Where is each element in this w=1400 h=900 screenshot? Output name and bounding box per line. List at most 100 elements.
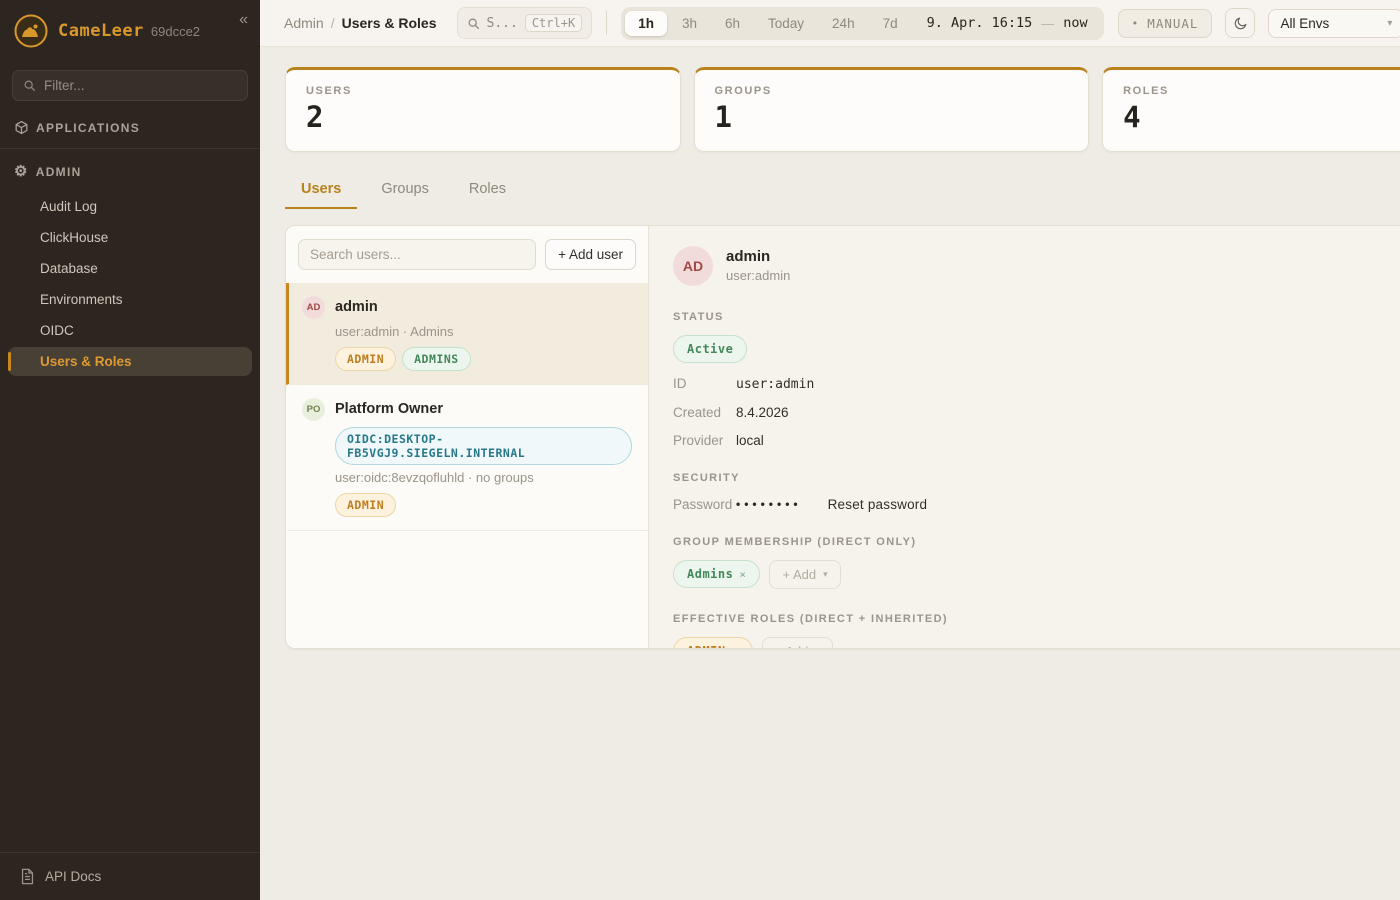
group-badge-admins: ADMINS [402, 347, 471, 371]
brand-build-hash: 69dcce2 [151, 24, 200, 39]
camel-logo-icon [14, 14, 48, 48]
sidebar-item-users-roles[interactable]: Users & Roles [8, 347, 252, 376]
range-1h[interactable]: 1h [625, 11, 667, 36]
stat-card-users: USERS 2 [285, 67, 681, 152]
sidebar-item-audit-log[interactable]: Audit Log [8, 192, 252, 221]
manual-mode-label: MANUAL [1147, 16, 1198, 31]
add-group-label: + Add [782, 567, 816, 582]
time-range-dash: — [1041, 16, 1054, 31]
tab-users[interactable]: Users [285, 173, 357, 209]
password-mask: •••••••• [736, 497, 802, 511]
range-3h[interactable]: 3h [669, 11, 710, 36]
env-select-dropdown[interactable]: All Envs ▾ [1268, 9, 1400, 38]
applications-label: APPLICATIONS [36, 121, 140, 135]
provider-label: Provider [673, 433, 736, 448]
stat-users-value: 2 [306, 102, 660, 134]
breadcrumb-separator: / [331, 15, 335, 31]
time-to-value[interactable]: now [1063, 15, 1087, 31]
sidebar-filter-field[interactable] [12, 70, 248, 101]
tabs: Users Groups Roles [285, 173, 1400, 209]
detail-user-id: user:admin [726, 268, 790, 283]
stat-roles-label: ROLES [1123, 85, 1400, 97]
user-list-pane: + Add user AD admin user:admin · Admins … [286, 226, 649, 648]
api-docs-link[interactable]: API Docs [0, 852, 260, 900]
breadcrumb-admin[interactable]: Admin [284, 15, 324, 31]
range-7d[interactable]: 7d [870, 11, 911, 36]
brand-name: CameLeer [58, 21, 144, 41]
range-today[interactable]: Today [755, 11, 817, 36]
created-label: Created [673, 405, 736, 420]
tab-roles[interactable]: Roles [453, 173, 522, 209]
stat-card-roles: ROLES 4 [1102, 67, 1400, 152]
global-search-button[interactable]: S... Ctrl+K [457, 7, 593, 39]
search-shortcut-kbd: Ctrl+K [525, 14, 582, 32]
reset-password-link[interactable]: Reset password [828, 497, 928, 512]
sidebar-item-database[interactable]: Database [8, 254, 252, 283]
field-row-id: ID user:admin [673, 376, 1400, 392]
user-list-item-admin[interactable]: AD admin user:admin · Admins ADMIN ADMIN… [286, 283, 648, 385]
custom-time-range: 9. Apr. 16:15 — now [913, 15, 1100, 31]
role-badge-admin: ADMIN [335, 347, 396, 371]
group-chip-admins[interactable]: Admins × [673, 560, 760, 588]
topbar-divider [606, 11, 607, 35]
tab-groups[interactable]: Groups [365, 173, 445, 209]
user-meta: user:oidc:8evzqofluhld · no groups [335, 470, 632, 485]
status-badge: Active [673, 335, 747, 363]
chevron-down-icon: ▾ [823, 569, 828, 580]
avatar: PO [302, 398, 325, 421]
sidebar-item-environments[interactable]: Environments [8, 285, 252, 314]
sidebar-item-clickhouse[interactable]: ClickHouse [8, 223, 252, 252]
user-meta: user:admin · Admins [335, 324, 632, 339]
stat-roles-value: 4 [1123, 102, 1400, 134]
remove-group-icon[interactable]: × [739, 568, 746, 581]
moon-icon [1233, 16, 1248, 31]
sidebar-filter-input[interactable] [44, 78, 237, 93]
field-row-provider: Provider local [673, 433, 1400, 448]
user-detail-pane: AD admin user:admin Delete STATUS Active… [649, 226, 1400, 648]
breadcrumb-current: Users & Roles [342, 15, 437, 31]
user-list-item-platform-owner[interactable]: PO Platform Owner OIDC:DESKTOP-FB5VGJ9.S… [286, 385, 648, 531]
time-range-picker: 1h 3h 6h Today 24h 7d 9. Apr. 16:15 — no… [621, 7, 1103, 40]
role-badge-admin: ADMIN [335, 493, 396, 517]
search-icon [467, 17, 480, 30]
stat-groups-label: GROUPS [715, 85, 1069, 97]
role-chip-admin[interactable]: ADMIN × [673, 637, 753, 648]
users-panel: + Add user AD admin user:admin · Admins … [285, 225, 1400, 649]
env-selected-value: All Envs [1280, 16, 1329, 31]
topbar: Admin / Users & Roles S... Ctrl+K 1h 3h … [260, 0, 1400, 47]
avatar: AD [302, 296, 325, 319]
add-group-button[interactable]: + Add ▾ [769, 560, 840, 589]
range-6h[interactable]: 6h [712, 11, 753, 36]
time-from-value[interactable]: 9. Apr. 16:15 [927, 15, 1033, 31]
remove-role-icon[interactable]: × [732, 645, 739, 648]
api-docs-label: API Docs [45, 869, 101, 884]
theme-toggle-button[interactable] [1225, 8, 1255, 38]
detail-user-name: admin [726, 246, 790, 265]
detail-avatar: AD [673, 246, 713, 286]
chevron-down-icon: ▾ [1387, 18, 1392, 29]
sidebar-collapse-icon[interactable]: « [239, 12, 248, 28]
search-icon [23, 79, 36, 92]
group-membership-header: GROUP MEMBERSHIP (DIRECT ONLY) [673, 536, 1400, 548]
status-dot-icon: • [1132, 17, 1140, 30]
user-name: Platform Owner [335, 401, 443, 417]
stat-card-groups: GROUPS 1 [694, 67, 1090, 152]
sidebar-item-oidc[interactable]: OIDC [8, 316, 252, 345]
stats-row: USERS 2 GROUPS 1 ROLES 4 [285, 67, 1400, 152]
manual-mode-badge[interactable]: • MANUAL [1118, 9, 1213, 38]
sidebar-section-admin[interactable]: ⚙ ADMIN [0, 151, 260, 190]
sidebar-header: CameLeer 69dcce2 « [0, 0, 260, 60]
add-user-button[interactable]: + Add user [545, 239, 636, 270]
sidebar-divider [0, 148, 260, 149]
user-name: admin [335, 299, 378, 315]
add-role-button[interactable]: + Add ▾ [762, 637, 833, 648]
sidebar-section-applications[interactable]: APPLICATIONS [0, 107, 260, 146]
security-section-header: SECURITY [673, 472, 1400, 484]
search-users-input[interactable] [298, 239, 536, 270]
stat-groups-value: 1 [715, 102, 1069, 134]
effective-roles-header: EFFECTIVE ROLES (DIRECT + INHERITED) [673, 613, 1400, 625]
global-search-text: S... [487, 16, 518, 31]
range-24h[interactable]: 24h [819, 11, 868, 36]
status-section-header: STATUS [673, 311, 1400, 323]
provider-value: local [736, 433, 764, 448]
